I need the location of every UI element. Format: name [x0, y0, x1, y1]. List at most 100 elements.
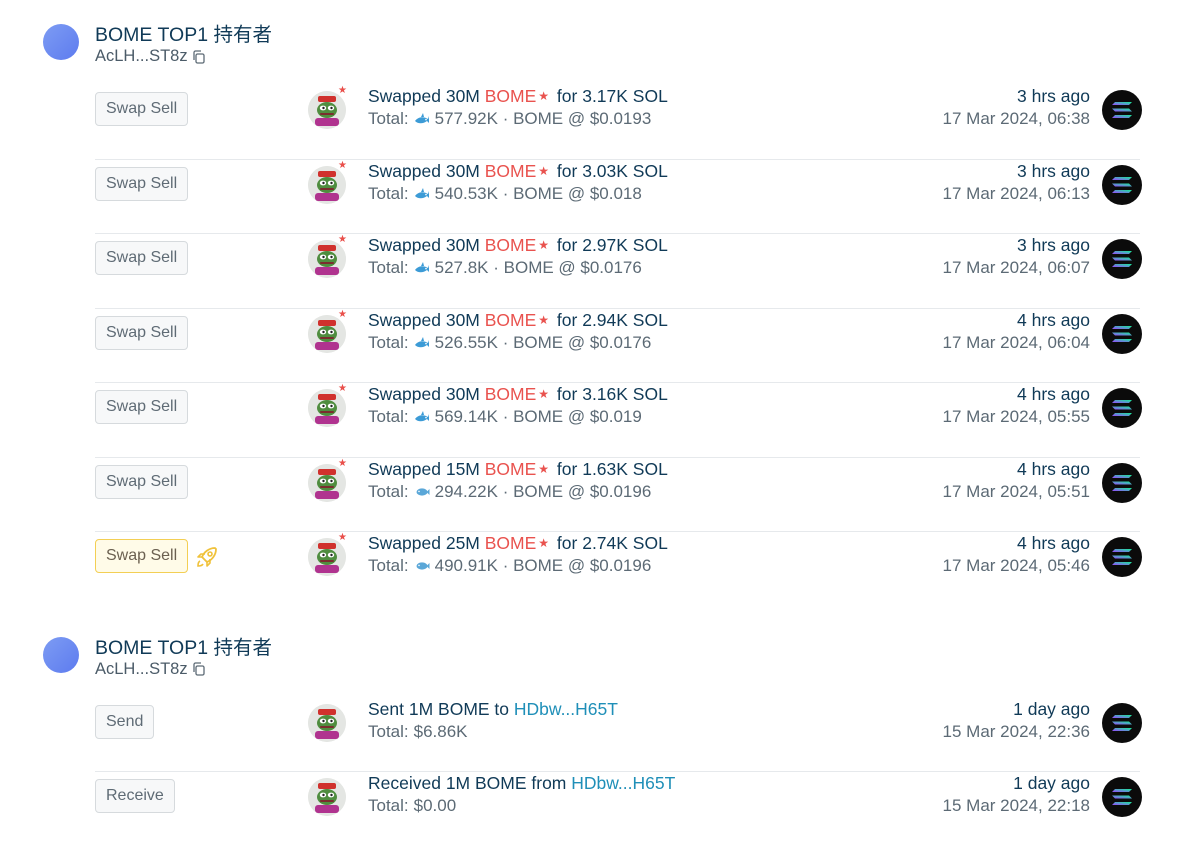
wallet-address: AcLH...ST8z — [95, 47, 206, 66]
star-badge-icon: ★ — [338, 457, 347, 469]
token-avatar[interactable] — [308, 165, 346, 204]
wallet-address-text: AcLH...ST8z — [95, 47, 188, 65]
total-value: 294.22K · BOME @ $0.0196 — [434, 481, 652, 501]
address-link[interactable]: HDbw...H65T — [514, 699, 618, 719]
transaction-row[interactable]: Swap Sell ★ Swapped 25M BOME ★ for 2.74K … — [0, 532, 1200, 607]
transaction-type-badge[interactable]: Swap Sell — [95, 464, 189, 499]
solana-icon[interactable] — [1102, 462, 1142, 503]
token-symbol[interactable]: BOME — [485, 161, 537, 181]
total-label: Total: — [368, 258, 409, 277]
total-value: $6.86K — [413, 721, 468, 741]
transaction-summary: Swapped 30M BOME ★ for 2.94K SOL — [368, 310, 668, 331]
token-symbol[interactable]: BOME — [485, 384, 537, 404]
transaction-row[interactable]: Swap Sell ★ Swapped 30M BOME ★ for 3.16K … — [0, 383, 1200, 458]
transaction-type-badge[interactable]: Swap Sell — [95, 241, 189, 275]
shark-icon — [414, 111, 430, 127]
wallet-name[interactable]: BOME TOP1 持有者 — [95, 631, 272, 660]
action-rest: for 2.74K SOL — [552, 533, 668, 553]
copy-icon[interactable] — [192, 662, 206, 676]
token-symbol[interactable]: BOME — [485, 459, 537, 479]
star-badge-icon: ★ — [338, 383, 347, 394]
token-symbol[interactable]: BOME — [485, 86, 537, 106]
absolute-date: 15 Mar 2024, 22:18 — [942, 796, 1090, 815]
transaction-summary: Swapped 30M BOME ★ for 3.17K SOL — [368, 86, 668, 107]
action-rest: for 3.16K SOL — [552, 384, 668, 404]
absolute-date: 15 Mar 2024, 22:36 — [942, 721, 1090, 741]
wallet-name[interactable]: BOME TOP1 持有者 — [95, 18, 272, 47]
transaction-type-badge[interactable]: Receive — [95, 779, 175, 813]
wallet-avatar[interactable] — [43, 636, 79, 673]
activity-feed: BOME TOP1 持有者 AcLH...ST8z Swap Sell ★ Sw… — [0, 10, 1200, 847]
token-avatar[interactable] — [308, 389, 346, 427]
token-symbol[interactable]: BOME — [485, 235, 537, 255]
transaction-total: Total: 490.91K · BOME @ $0.0196 — [368, 556, 668, 576]
solana-icon[interactable] — [1102, 537, 1142, 577]
transaction-type-badge[interactable]: Swap Sell — [95, 166, 189, 201]
transaction-type-badge[interactable]: Swap Sell — [95, 315, 189, 350]
relative-time: 3 hrs ago — [1017, 86, 1090, 106]
transaction-type-badge[interactable]: Swap Sell — [95, 539, 189, 573]
shark-icon — [414, 409, 430, 425]
wallet-address-text: AcLH...ST8z — [95, 659, 188, 678]
relative-time: 4 hrs ago — [1017, 458, 1090, 479]
transaction-type-badge[interactable]: Swap Sell — [95, 92, 189, 126]
transaction-description: Swapped 30M BOME ★ for 2.97K SOL Total: 5… — [368, 234, 668, 278]
transaction-total: Total: 540.53K · BOME @ $0.018 — [368, 184, 668, 204]
absolute-date: 17 Mar 2024, 06:07 — [942, 258, 1090, 277]
transaction-time: 1 day ago 15 Mar 2024, 22:36 — [943, 698, 1090, 742]
transaction-total: Total: 294.22K · BOME @ $0.0196 — [368, 482, 668, 502]
transaction-type-badge[interactable]: Swap Sell — [95, 390, 189, 424]
absolute-date: 17 Mar 2024, 06:13 — [942, 183, 1090, 203]
action-verb: Sent 1M BOME to — [368, 698, 514, 719]
token-avatar[interactable] — [308, 538, 346, 576]
token-symbol[interactable]: BOME — [485, 310, 537, 330]
transaction-summary: Swapped 25M BOME ★ for 2.74K SOL — [368, 533, 668, 554]
token-symbol[interactable]: BOME — [485, 533, 537, 553]
relative-time: 4 hrs ago — [1017, 384, 1090, 404]
transaction-total: Total: 569.14K · BOME @ $0.019 — [368, 407, 668, 427]
action-verb: Swapped 30M — [368, 309, 485, 330]
total-value: 540.53K · BOME @ $0.018 — [434, 183, 642, 203]
transaction-row[interactable]: Swap Sell ★ Swapped 30M BOME ★ for 2.97K … — [0, 234, 1200, 309]
star-icon: ★ — [538, 312, 550, 327]
solana-icon[interactable] — [1102, 702, 1142, 743]
transaction-row[interactable]: Swap Sell ★ Swapped 30M BOME ★ for 3.17K … — [0, 85, 1200, 160]
token-avatar[interactable] — [308, 91, 346, 129]
solana-icon[interactable] — [1102, 313, 1142, 354]
action-rest: for 3.17K SOL — [552, 86, 668, 106]
token-avatar[interactable] — [308, 240, 346, 278]
solana-icon[interactable] — [1102, 777, 1142, 817]
wallet-avatar[interactable] — [43, 24, 79, 60]
action-verb: Received 1M BOME from — [368, 773, 572, 793]
transaction-row[interactable]: Swap Sell ★ Swapped 30M BOME ★ for 3.03K … — [0, 160, 1200, 235]
total-value: 490.91K · BOME @ $0.0196 — [434, 556, 652, 575]
transaction-description: Swapped 30M BOME ★ for 3.03K SOL Total: 5… — [368, 160, 668, 204]
transaction-total: Total: 577.92K · BOME @ $0.0193 — [368, 109, 668, 129]
transaction-row[interactable]: Receive Received 1M BOME from HDbw...H65… — [0, 772, 1200, 847]
action-verb: Swapped 30M — [368, 86, 485, 106]
total-label: Total: — [368, 332, 409, 352]
transaction-row[interactable]: Swap Sell ★ Swapped 15M BOME ★ for 1.63K … — [0, 458, 1200, 533]
solana-icon[interactable] — [1102, 388, 1142, 428]
token-avatar[interactable] — [308, 463, 346, 502]
star-icon: ★ — [538, 461, 550, 476]
solana-icon[interactable] — [1102, 239, 1142, 279]
address-link[interactable]: HDbw...H65T — [571, 773, 675, 793]
relative-time: 1 day ago — [1013, 698, 1090, 719]
absolute-date: 17 Mar 2024, 05:51 — [942, 481, 1090, 501]
action-verb: Swapped 25M — [368, 533, 485, 553]
transaction-time: 4 hrs ago 17 Mar 2024, 06:04 — [943, 309, 1090, 353]
relative-time: 4 hrs ago — [1017, 309, 1090, 330]
token-avatar[interactable] — [308, 703, 346, 742]
copy-icon[interactable] — [192, 49, 206, 64]
transaction-row[interactable]: Send Sent 1M BOME to HDbw...H65T Total: $… — [0, 698, 1200, 773]
solana-icon[interactable] — [1102, 164, 1142, 205]
transaction-time: 4 hrs ago 17 Mar 2024, 05:46 — [943, 532, 1090, 576]
solana-icon[interactable] — [1102, 90, 1142, 130]
transaction-summary: Swapped 30M BOME ★ for 3.03K SOL — [368, 161, 668, 182]
transaction-type-badge[interactable]: Send — [95, 704, 155, 739]
star-badge-icon: ★ — [338, 532, 347, 543]
token-avatar[interactable] — [308, 778, 346, 816]
transaction-row[interactable]: Swap Sell ★ Swapped 30M BOME ★ for 2.94K … — [0, 309, 1200, 384]
token-avatar[interactable] — [308, 314, 346, 353]
